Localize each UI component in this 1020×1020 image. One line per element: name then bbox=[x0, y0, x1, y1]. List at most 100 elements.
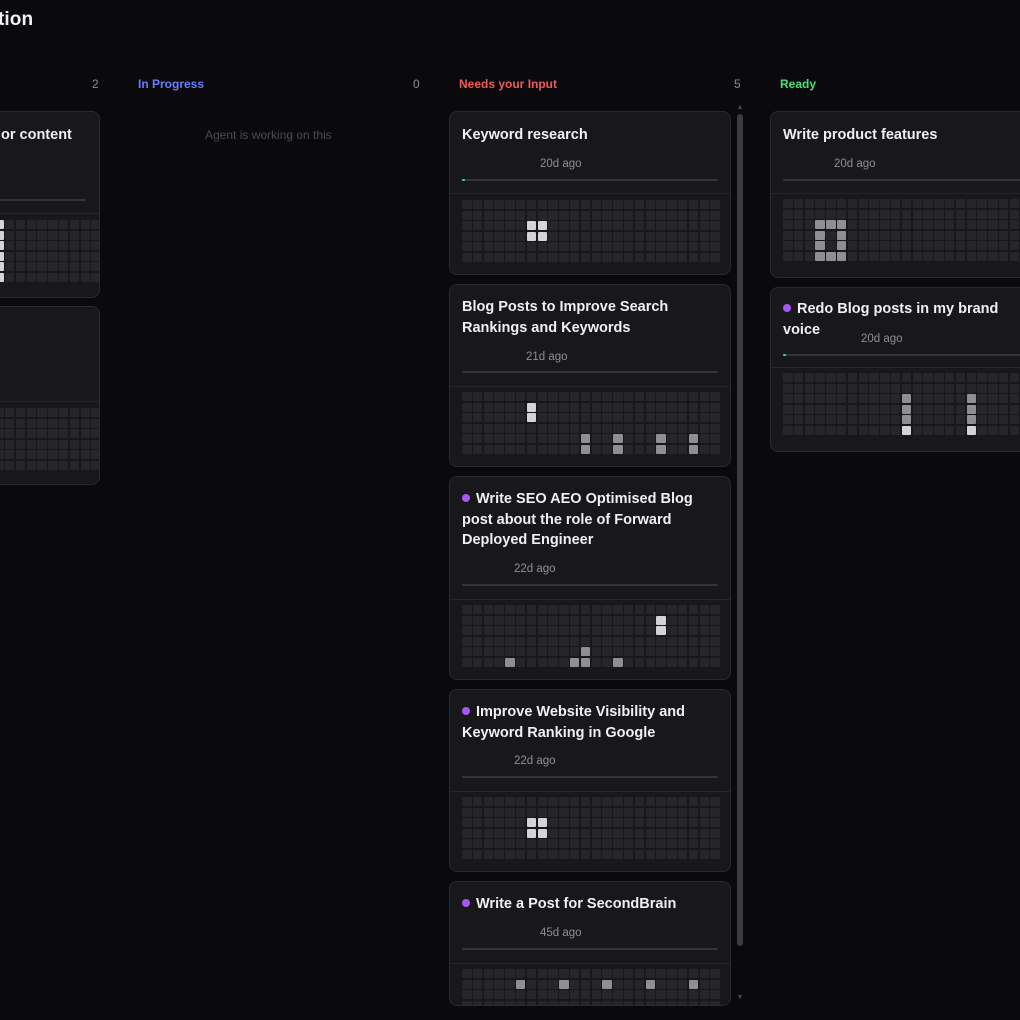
activity-cell bbox=[826, 220, 836, 230]
task-card-blog-posts[interactable]: Blog Posts to Improve Search Rankings an… bbox=[449, 284, 731, 467]
activity-cell bbox=[472, 242, 483, 252]
activity-cell bbox=[559, 807, 569, 817]
activity-cell bbox=[526, 423, 537, 433]
activity-cell bbox=[515, 231, 526, 241]
activity-cell bbox=[988, 415, 998, 425]
activity-cell bbox=[548, 818, 558, 828]
activity-cell bbox=[667, 807, 677, 817]
card-title: Improve Website Visibility and Keyword R… bbox=[462, 704, 685, 741]
activity-cell bbox=[699, 839, 710, 849]
activity-cell bbox=[783, 220, 793, 230]
activity-cell bbox=[602, 392, 612, 401]
activity-cell bbox=[15, 418, 26, 428]
activity-cell bbox=[634, 636, 645, 646]
activity-cell bbox=[634, 413, 645, 423]
column-header-in-progress[interactable]: In Progress bbox=[138, 77, 204, 93]
activity-cell bbox=[548, 402, 558, 412]
activity-cell bbox=[688, 647, 699, 657]
activity-cell bbox=[688, 990, 699, 1000]
scroll-up-icon[interactable]: ▲ bbox=[736, 104, 744, 112]
activity-cell bbox=[37, 272, 47, 282]
activity-cell bbox=[58, 450, 69, 460]
activity-cell bbox=[677, 252, 688, 262]
activity-cell bbox=[559, 615, 569, 625]
activity-cell bbox=[580, 402, 591, 412]
task-card-seo-aeo-blog[interactable]: Write SEO AEO Optimised Blog post about … bbox=[449, 476, 731, 680]
task-card-product-features[interactable]: Write product features 20d ago bbox=[770, 111, 1020, 278]
activity-cell bbox=[515, 605, 526, 614]
column-header-ready[interactable]: Ready bbox=[780, 77, 816, 93]
activity-cell bbox=[483, 636, 494, 646]
activity-cell bbox=[494, 231, 504, 241]
activity-cell bbox=[591, 231, 602, 241]
activity-cell bbox=[656, 444, 666, 454]
activity-cell bbox=[890, 251, 901, 261]
activity-cell bbox=[656, 797, 666, 806]
activity-cell bbox=[699, 231, 710, 241]
activity-cell bbox=[923, 199, 933, 208]
activity-cell bbox=[623, 434, 634, 444]
activity-cell bbox=[710, 807, 720, 817]
activity-cell bbox=[656, 423, 666, 433]
task-card-website-visibility[interactable]: Improve Website Visibility and Keyword R… bbox=[449, 689, 731, 872]
task-card-brand-voice[interactable]: Redo Blog posts in my brand voice 20d ag… bbox=[770, 287, 1020, 452]
activity-cell bbox=[58, 241, 69, 251]
task-card[interactable] bbox=[0, 306, 100, 485]
activity-cell bbox=[483, 242, 494, 252]
activity-cell bbox=[880, 404, 890, 414]
activity-cell bbox=[998, 373, 1009, 382]
activity-cell bbox=[494, 402, 504, 412]
activity-cell bbox=[91, 450, 99, 460]
activity-cell bbox=[548, 231, 558, 241]
activity-cell bbox=[69, 262, 80, 272]
activity-cell bbox=[783, 230, 793, 240]
activity-cell bbox=[901, 404, 912, 414]
activity-cell bbox=[559, 413, 569, 423]
activity-cell bbox=[710, 444, 720, 454]
activity-cell bbox=[69, 272, 80, 282]
activity-cell bbox=[526, 797, 537, 806]
activity-cell bbox=[677, 231, 688, 241]
activity-cell bbox=[836, 394, 847, 404]
activity-cell bbox=[26, 241, 37, 251]
activity-cell bbox=[15, 450, 26, 460]
activity-cell bbox=[858, 209, 869, 219]
activity-cell bbox=[699, 605, 710, 614]
activity-cell bbox=[602, 252, 612, 262]
task-card-keyword-research[interactable]: Keyword research 20d ago bbox=[449, 111, 731, 275]
task-card[interactable]: or content bbox=[0, 111, 100, 298]
activity-cell bbox=[677, 647, 688, 657]
activity-cell bbox=[699, 990, 710, 1000]
activity-cell bbox=[548, 392, 558, 401]
activity-cell bbox=[26, 439, 37, 449]
activity-cell bbox=[602, 990, 612, 1000]
activity-cell bbox=[515, 615, 526, 625]
activity-cell bbox=[923, 241, 933, 251]
activity-cell bbox=[462, 969, 472, 978]
activity-cell bbox=[462, 647, 472, 657]
activity-cell bbox=[901, 425, 912, 435]
activity-cell bbox=[483, 626, 494, 636]
activity-cell bbox=[804, 415, 815, 425]
activity-cell bbox=[623, 231, 634, 241]
scrollbar[interactable]: ▲ ▼ bbox=[736, 104, 744, 1002]
activity-cell bbox=[462, 979, 472, 989]
activity-cell bbox=[462, 434, 472, 444]
activity-cell bbox=[677, 626, 688, 636]
task-card-secondbrain[interactable]: Write a Post for SecondBrain 45d ago bbox=[449, 881, 731, 1006]
activity-cell bbox=[804, 199, 815, 208]
activity-cell bbox=[634, 242, 645, 252]
activity-cell bbox=[0, 418, 4, 428]
scrollbar-thumb[interactable] bbox=[737, 114, 743, 946]
activity-cell bbox=[826, 415, 836, 425]
activity-cell bbox=[944, 199, 955, 208]
activity-cell bbox=[580, 839, 591, 849]
activity-cell bbox=[988, 251, 998, 261]
activity-cell bbox=[15, 408, 26, 417]
activity-cell bbox=[26, 220, 37, 229]
activity-cell bbox=[15, 262, 26, 272]
column-header-needs-input[interactable]: Needs your Input bbox=[459, 77, 557, 93]
activity-cell bbox=[793, 383, 804, 393]
activity-cell bbox=[462, 839, 472, 849]
scroll-down-icon[interactable]: ▼ bbox=[736, 994, 744, 1002]
